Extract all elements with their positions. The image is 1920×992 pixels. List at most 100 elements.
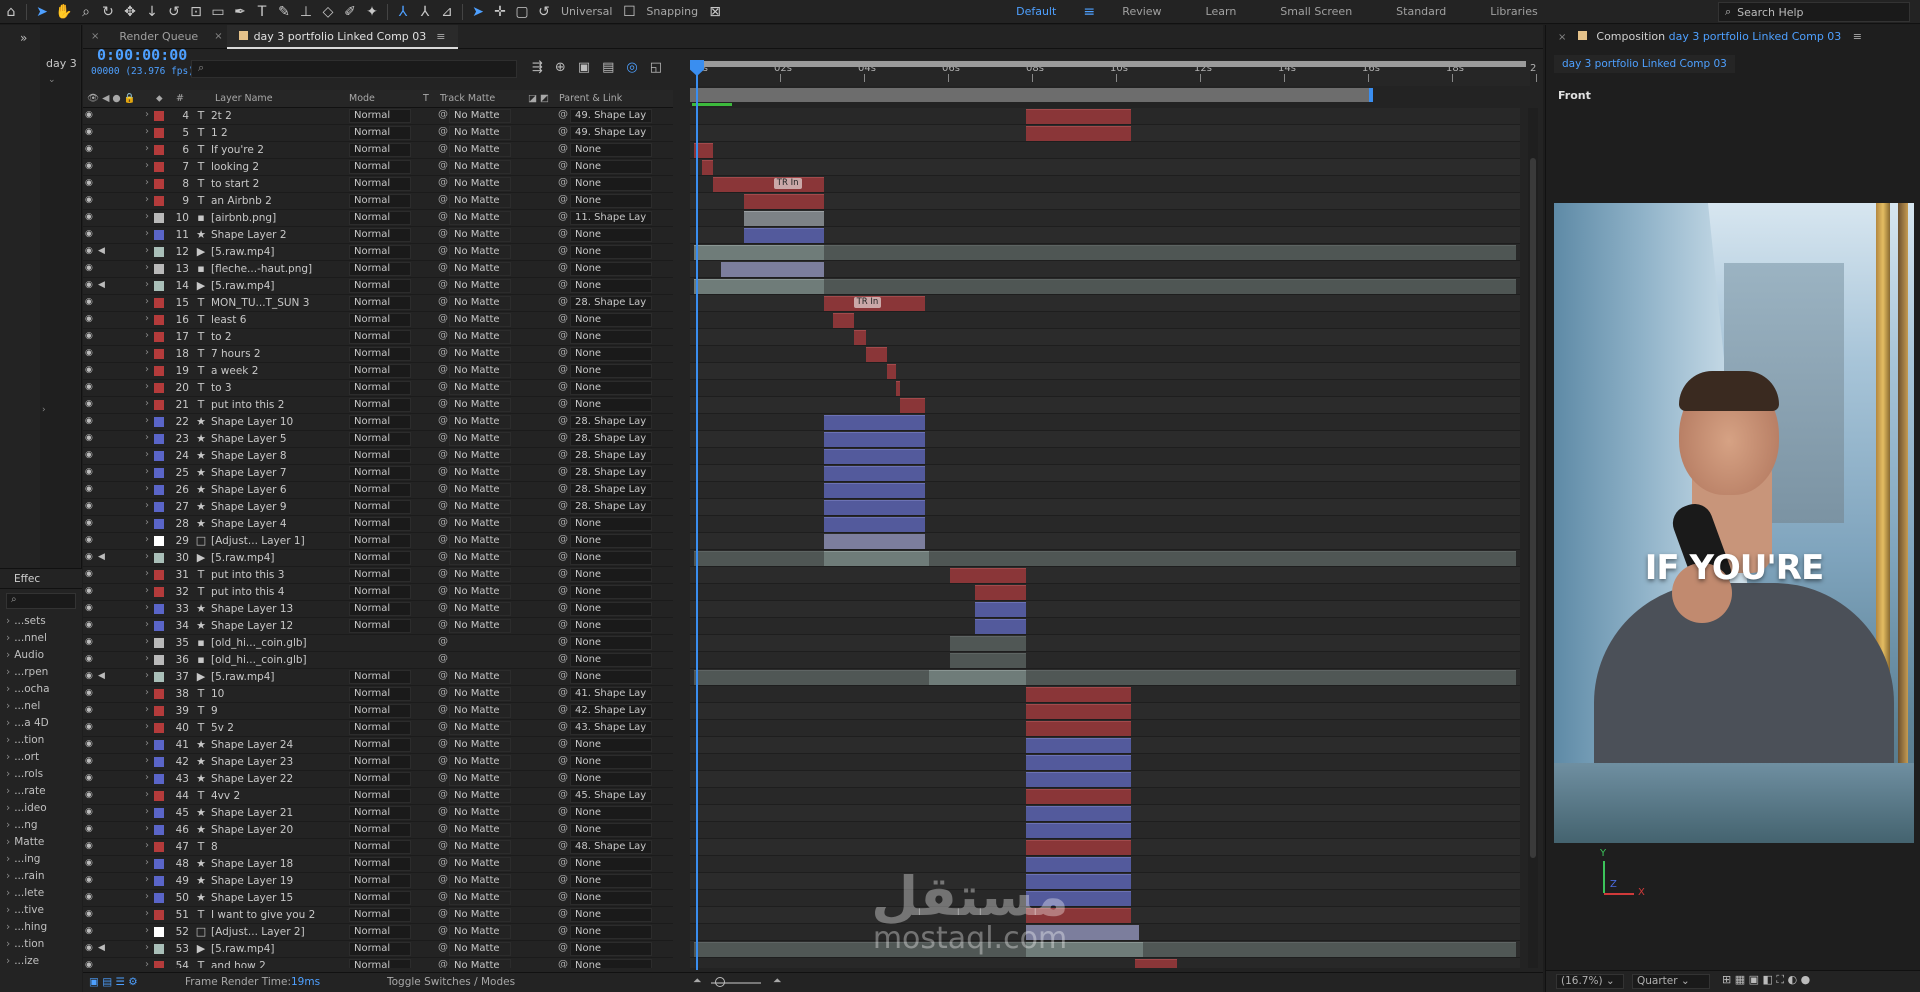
twirl-arrow-icon[interactable]: › [145,330,149,341]
track-matte-dropdown[interactable]: No Matte [449,500,511,514]
disclosure-arrow-icon[interactable]: › [6,666,10,678]
label-color-swatch[interactable] [154,451,164,461]
layer-name[interactable]: to 2 [211,331,331,343]
label-color-swatch[interactable] [154,128,164,138]
twirl-arrow-icon[interactable]: › [145,262,149,273]
universal-rotate-icon[interactable]: ↺ [533,2,555,22]
universal-scale-icon[interactable]: ▢ [511,2,533,22]
audio-speaker-icon[interactable]: ◀ [98,943,105,953]
visibility-eye-icon[interactable]: ◉ [85,926,93,936]
track-matte-dropdown[interactable]: No Matte [449,347,511,361]
disclosure-arrow-icon[interactable]: › [6,853,10,865]
visibility-eye-icon[interactable]: ◉ [85,858,93,868]
pan-behind-tool-icon[interactable]: ⊡ [185,2,207,22]
layer-name[interactable]: Shape Layer 20 [211,824,331,836]
shy-icon[interactable]: ▣ [578,60,590,75]
layer-bar[interactable] [1025,840,1131,855]
layer-name[interactable]: to 3 [211,382,331,394]
layer-bar[interactable] [824,500,925,515]
effects-category[interactable]: › ...nnel [0,630,82,647]
current-time-indicator[interactable] [696,60,698,970]
universal-select-icon[interactable]: ➤ [467,2,489,22]
label-color-swatch[interactable] [154,315,164,325]
parent-pickwhip-icon[interactable]: @ [558,942,568,953]
brush-tool-icon[interactable]: ✎ [273,2,295,22]
label-color-swatch[interactable] [154,349,164,359]
track-matte-dropdown[interactable]: No Matte [449,840,511,854]
track-matte-pickwhip-icon[interactable]: @ [438,874,448,885]
label-color-swatch[interactable] [154,111,164,121]
parent-pickwhip-icon[interactable]: @ [558,534,568,545]
layer-name[interactable]: 2t 2 [211,110,331,122]
track-matte-dropdown[interactable]: No Matte [449,619,511,633]
audio-speaker-icon[interactable]: ◀ [98,280,105,290]
track-matte-dropdown[interactable]: No Matte [449,789,511,803]
track-matte-pickwhip-icon[interactable]: @ [438,721,448,732]
layer-name[interactable]: [Adjust... Layer 1] [211,535,331,547]
label-color-swatch[interactable] [154,910,164,920]
layer-name[interactable]: [Adjust... Layer 2] [211,926,331,938]
label-color-swatch[interactable] [154,179,164,189]
layer-name[interactable]: 9 [211,705,331,717]
track-matte-dropdown[interactable]: No Matte [449,364,511,378]
layer-bar[interactable] [824,432,925,447]
layer-row[interactable]: ◉ › 51 T I want to give you 2 Normal @ No Matte… [83,907,673,924]
track-matte-pickwhip-icon[interactable]: @ [438,857,448,868]
visibility-eye-icon[interactable]: ◉ [85,569,93,579]
visibility-eye-icon[interactable]: ◉ [85,671,93,681]
effects-category[interactable]: › ...rain [0,868,82,885]
parent-pickwhip-icon[interactable]: @ [558,262,568,273]
visibility-eye-icon[interactable]: ◉ [85,263,93,273]
track-matte-pickwhip-icon[interactable]: @ [438,330,448,341]
blend-mode-dropdown[interactable]: Normal [349,500,411,514]
blend-mode-dropdown[interactable]: Normal [349,160,411,174]
parent-dropdown[interactable]: 49. Shape Lay [570,126,652,140]
visibility-eye-icon[interactable]: ◉ [85,246,93,256]
parent-pickwhip-icon[interactable]: @ [558,925,568,936]
comp-navigator-tab[interactable]: day 3 portfolio Linked Comp 03 [1554,55,1735,73]
track-matte-dropdown[interactable]: No Matte [449,721,511,735]
parent-dropdown[interactable]: None [570,772,652,786]
parent-dropdown[interactable]: None [570,942,652,956]
parent-dropdown[interactable]: None [570,755,652,769]
parent-dropdown[interactable]: None [570,908,652,922]
home-icon[interactable]: ⌂ [0,2,22,22]
blend-mode-dropdown[interactable]: Normal [349,517,411,531]
layer-bar[interactable] [975,619,1026,634]
blend-mode-dropdown[interactable]: Normal [349,398,411,412]
effects-category[interactable]: › ...rate [0,783,82,800]
layer-name[interactable]: [old_hi..._coin.glb] [211,654,331,666]
blend-mode-dropdown[interactable]: Normal [349,755,411,769]
workspace-standard[interactable]: Standard [1374,5,1468,18]
track-matte-pickwhip-icon[interactable]: @ [438,704,448,715]
zoom-out-icon[interactable]: ⏶ [693,975,701,988]
track-matte-dropdown[interactable]: No Matte [449,330,511,344]
blend-mode-dropdown[interactable]: Normal [349,874,411,888]
layer-row[interactable]: ◉ › 41 ★ Shape Layer 24 Normal @ No Matte @ None [83,737,673,754]
track-matte-pickwhip-icon[interactable]: @ [438,772,448,783]
parent-pickwhip-icon[interactable]: @ [558,381,568,392]
track-matte-dropdown[interactable]: No Matte [449,585,511,599]
parent-dropdown[interactable]: 48. Shape Lay [570,840,652,854]
parent-pickwhip-icon[interactable]: @ [558,721,568,732]
layer-row[interactable]: ◉ › 25 ★ Shape Layer 7 Normal @ No Matte @28. Sh… [83,465,673,482]
track-matte-pickwhip-icon[interactable]: @ [438,653,448,664]
visibility-eye-icon[interactable]: ◉ [85,382,93,392]
twirl-arrow-icon[interactable]: › [145,670,149,681]
label-color-swatch[interactable] [154,689,164,699]
parent-dropdown[interactable]: 28. Shape Lay [570,415,652,429]
parent-pickwhip-icon[interactable]: @ [558,228,568,239]
layer-row[interactable]: ◉ › 43 ★ Shape Layer 22 Normal @ No Matte @ None [83,771,673,788]
track-matte-pickwhip-icon[interactable]: @ [438,585,448,596]
frame-blend-icon[interactable]: ▤ [602,60,614,75]
blend-mode-dropdown[interactable]: Normal [349,738,411,752]
layer-row[interactable]: ◉ › 39 T 9 Normal @ No Matte @42. Shape Lay [83,703,673,720]
parent-pickwhip-icon[interactable]: @ [558,347,568,358]
track-matte-dropdown[interactable]: No Matte [449,211,511,225]
roto-brush-tool-icon[interactable]: ✐ [339,2,361,22]
blend-mode-dropdown[interactable]: Normal [349,483,411,497]
visibility-eye-icon[interactable]: ◉ [85,229,93,239]
parent-dropdown[interactable]: 28. Shape Lay [570,432,652,446]
layer-row[interactable]: ◉ ◀ › 14 ▶ [5.raw.mp4] Normal @ No Matte @ None [83,278,673,295]
twirl-arrow-icon[interactable]: › [145,959,149,968]
